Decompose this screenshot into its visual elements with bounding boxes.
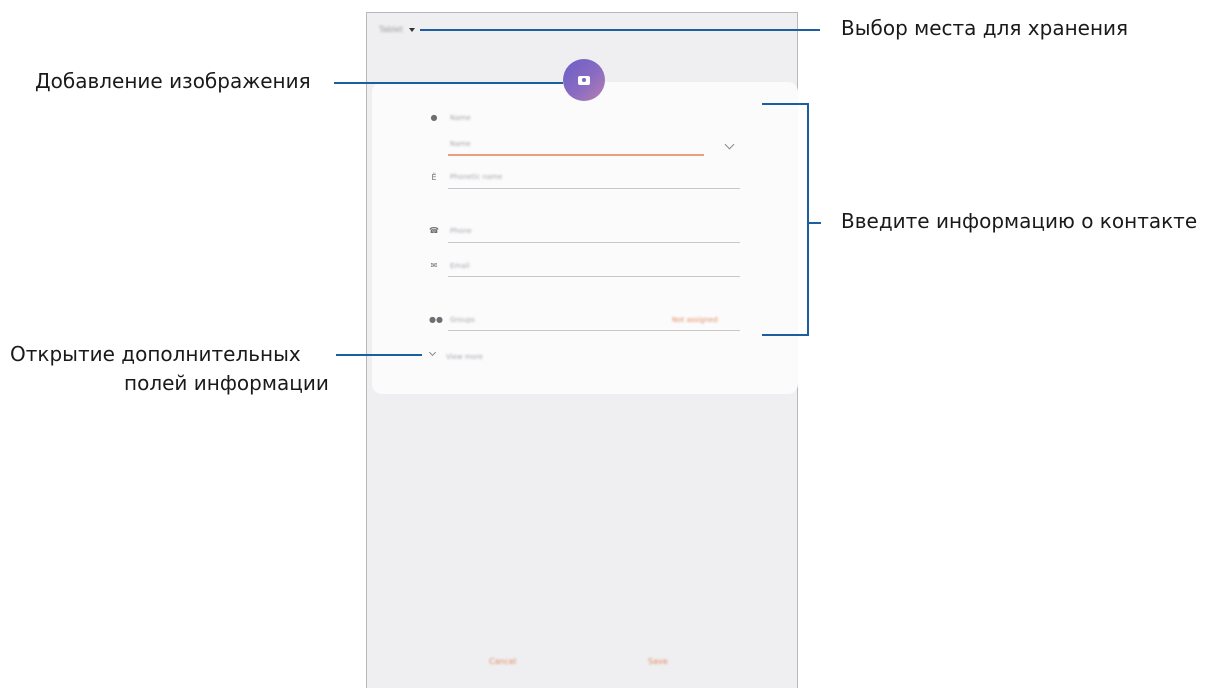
more-fields-callout-text-line2: полей информации — [124, 371, 329, 395]
view-more-link[interactable]: View more — [446, 353, 483, 361]
cancel-button[interactable]: Cancel — [489, 657, 516, 666]
groups-icon: ●● — [429, 315, 443, 324]
enter-info-bracket-bottom — [762, 334, 809, 336]
contact-form-card: ● Name Name Ё Phonetic name ☎ Phone ✉ Em… — [372, 82, 798, 394]
phone-icon: ☎ — [429, 226, 439, 235]
groups-value[interactable]: Not assigned — [672, 316, 718, 324]
person-icon: ● — [430, 113, 438, 122]
enter-info-callout-text: Введите информацию о контакте — [841, 209, 1198, 233]
phonetic-underline — [448, 188, 740, 189]
more-fields-callout-text-line1: Открытие дополнительных — [10, 342, 301, 366]
view-more-chevron-icon[interactable] — [428, 348, 437, 357]
camera-icon — [578, 75, 590, 85]
phonetic-name-input[interactable]: Phonetic name — [450, 173, 502, 181]
name-label: Name — [450, 114, 471, 122]
add-image-button[interactable] — [563, 59, 605, 101]
email-underline — [448, 276, 740, 277]
add-image-callout-line — [334, 82, 563, 84]
enter-info-callout-line — [809, 222, 821, 224]
more-fields-callout-line — [336, 354, 422, 356]
storage-selector-label: Tablet — [379, 25, 403, 34]
storage-callout-line — [420, 29, 820, 31]
phone-input[interactable]: Phone — [450, 227, 472, 235]
storage-selector[interactable]: Tablet — [379, 25, 415, 34]
phonetic-icon: Ё — [431, 173, 437, 182]
groups-label: Groups — [450, 316, 475, 324]
email-input[interactable]: Email — [450, 262, 469, 270]
email-icon: ✉ — [430, 261, 438, 270]
add-image-callout-text: Добавление изображения — [35, 69, 311, 93]
phone-underline — [448, 242, 740, 243]
enter-info-bracket-top — [762, 103, 809, 105]
storage-callout-text: Выбор места для хранения — [841, 16, 1129, 40]
name-input[interactable]: Name — [450, 140, 471, 148]
phone-screen: Tablet ● Name Name Ё Phonetic name ☎ Pho… — [366, 12, 798, 688]
enter-info-bracket-vertical — [807, 103, 809, 336]
groups-underline — [448, 330, 740, 331]
caret-down-icon — [408, 27, 415, 32]
chevron-down-icon[interactable] — [724, 139, 735, 150]
save-button[interactable]: Save — [648, 657, 668, 666]
name-underline — [448, 154, 704, 156]
